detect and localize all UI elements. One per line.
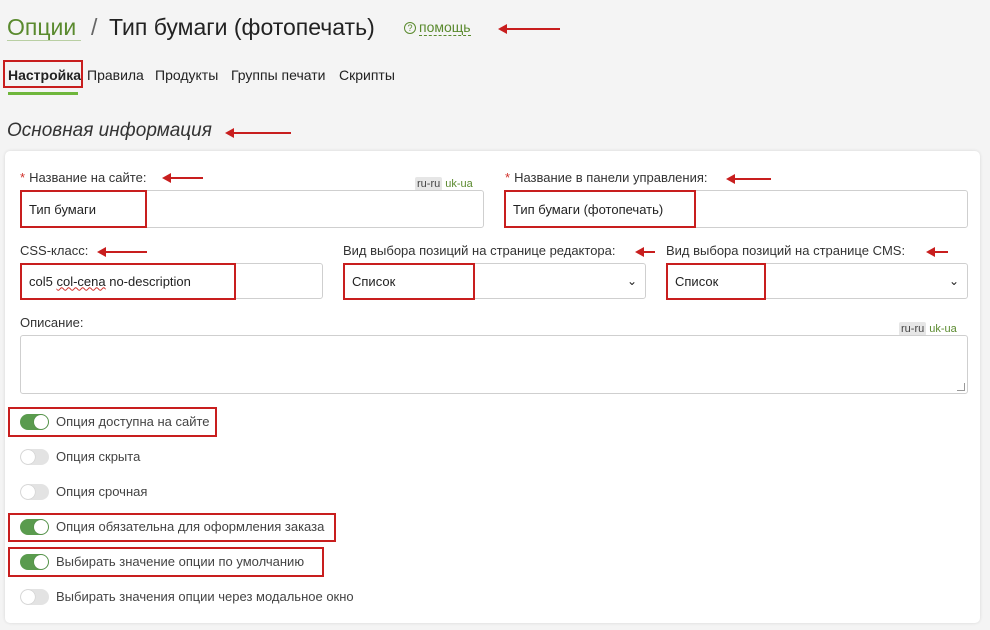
question-icon: ? (404, 22, 416, 34)
toggle-switch[interactable] (20, 589, 49, 605)
site-name-lang-switch: ru-ru uk-ua (415, 177, 473, 191)
description-label: Описание: (20, 315, 84, 330)
toggle-label: Выбирать значения опции через модальное … (56, 589, 354, 604)
active-tab-indicator (8, 92, 78, 95)
toggle-label: Опция срочная (56, 484, 148, 499)
editor-select-label: Вид выбора позиций на странице редактора… (343, 243, 616, 258)
description-lang-switch: ru-ru uk-ua (899, 322, 957, 336)
annotation-arrow-icon (162, 173, 203, 183)
tab-print-groups[interactable]: Группы печати (231, 66, 325, 84)
annotation-arrow-icon (498, 24, 560, 34)
site-name-input[interactable]: Тип бумаги (20, 190, 484, 228)
resize-handle-icon[interactable] (957, 383, 965, 391)
breadcrumb-separator: / (91, 14, 98, 40)
tab-rules[interactable]: Правила (87, 66, 144, 84)
admin-name-label: * Название в панели управления: (505, 170, 708, 185)
breadcrumb-underline (7, 40, 81, 41)
toggle-default-value[interactable]: Выбирать значение опции по умолчанию (20, 554, 304, 570)
css-class-label: CSS-класс: (20, 243, 89, 258)
toggle-switch[interactable] (20, 519, 49, 535)
toggle-hidden[interactable]: Опция скрыта (20, 449, 140, 465)
tab-products[interactable]: Продукты (155, 66, 218, 84)
editor-view-select[interactable]: Список ⌄ (343, 263, 646, 299)
toggle-modal-select[interactable]: Выбирать значения опции через модальное … (20, 589, 354, 605)
css-class-input[interactable]: col5 col-cena no-description (20, 263, 323, 299)
annotation-arrow-icon (635, 247, 655, 257)
help-label: помощь (419, 19, 471, 36)
toggle-label: Опция обязательна для оформления заказа (56, 519, 325, 534)
toggle-available-on-site[interactable]: Опция доступна на сайте (20, 414, 210, 430)
toggle-label: Опция доступна на сайте (56, 414, 210, 429)
site-name-label: * Название на сайте: (20, 170, 147, 185)
toggle-switch[interactable] (20, 449, 49, 465)
section-title: Основная информация (7, 120, 212, 141)
toggle-switch[interactable] (20, 414, 49, 430)
tab-settings[interactable]: Настройка (8, 66, 81, 84)
chevron-down-icon: ⌄ (626, 274, 637, 288)
breadcrumb-root-link[interactable]: Опции (7, 12, 76, 42)
description-textarea[interactable] (20, 335, 968, 394)
help-link[interactable]: ? помощь (404, 20, 471, 36)
toggle-required-for-order[interactable]: Опция обязательна для оформления заказа (20, 519, 324, 535)
cms-select-label: Вид выбора позиций на странице CMS: (666, 243, 906, 258)
toggle-urgent[interactable]: Опция срочная (20, 484, 147, 500)
lang-ru-option[interactable]: ru-ru (415, 177, 443, 191)
chevron-down-icon: ⌄ (948, 274, 959, 288)
annotation-arrow-icon (97, 247, 147, 257)
lang-uk-option[interactable]: uk-ua (445, 177, 473, 191)
annotation-arrow-icon (225, 128, 291, 138)
lang-ru-option[interactable]: ru-ru (899, 322, 927, 336)
toggle-label: Выбирать значение опции по умолчанию (56, 554, 305, 569)
toggle-label: Опция скрыта (56, 449, 141, 464)
annotation-arrow-icon (926, 247, 948, 257)
toggle-switch[interactable] (20, 554, 49, 570)
admin-name-input[interactable]: Тип бумаги (фотопечать) (504, 190, 968, 228)
toggle-switch[interactable] (20, 484, 49, 500)
annotation-arrow-icon (726, 174, 771, 184)
tab-scripts[interactable]: Скрипты (339, 66, 395, 84)
cms-view-select[interactable]: Список ⌄ (666, 263, 968, 299)
lang-uk-option[interactable]: uk-ua (929, 322, 957, 336)
page-title: Тип бумаги (фотопечать) (109, 14, 375, 40)
